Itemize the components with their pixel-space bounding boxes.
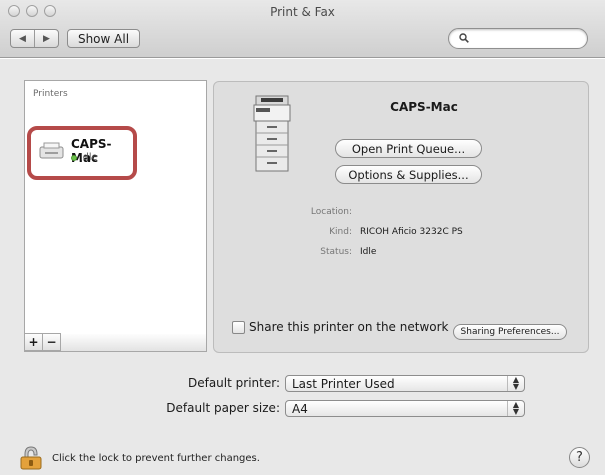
status-dot-icon bbox=[71, 154, 77, 161]
default-printer-label: Default printer: bbox=[187, 376, 280, 390]
default-paper-size-value: A4 bbox=[292, 401, 308, 416]
popup-arrows-icon: ▲ ▼ bbox=[507, 401, 524, 416]
share-printer-option[interactable]: Share this printer on the network bbox=[232, 320, 448, 334]
printers-list[interactable]: Printers CAPS-Mac Idle bbox=[24, 80, 207, 349]
share-printer-label: Share this printer on the network bbox=[249, 320, 449, 334]
printer-list-item[interactable]: CAPS-Mac Idle bbox=[27, 126, 137, 180]
default-printer-popup[interactable]: Last Printer Used ▲ ▼ bbox=[285, 375, 525, 392]
window-title: Print & Fax bbox=[270, 5, 335, 19]
search-icon bbox=[459, 33, 469, 43]
kind-label: Kind: bbox=[329, 227, 352, 237]
popup-arrows-icon: ▲ ▼ bbox=[507, 376, 524, 391]
forward-button[interactable]: ▶ bbox=[34, 30, 58, 47]
printers-list-toolbar: + − bbox=[24, 333, 207, 352]
printers-list-header: Printers bbox=[33, 89, 68, 99]
kind-value: RICOH Aficio 3232C PS bbox=[360, 227, 463, 237]
printer-icon bbox=[39, 142, 64, 159]
search-field[interactable] bbox=[448, 28, 588, 49]
location-label: Location: bbox=[310, 207, 352, 217]
forward-arrow-icon: ▶ bbox=[43, 33, 50, 44]
default-paper-size-label: Default paper size: bbox=[166, 401, 280, 415]
preferences-content: Printers CAPS-Mac Idle + − CAPS-Mac Open… bbox=[0, 59, 605, 475]
status-label: Status: bbox=[320, 247, 352, 257]
title-bar: Print & Fax ◀ ▶ Show All bbox=[0, 0, 605, 58]
lock-icon[interactable] bbox=[20, 446, 42, 470]
footer-bar: Click the lock to prevent further change… bbox=[0, 430, 605, 475]
default-paper-size-popup[interactable]: A4 ▲ ▼ bbox=[285, 400, 525, 417]
options-supplies-button[interactable]: Options & Supplies... bbox=[335, 165, 482, 184]
help-button[interactable]: ? bbox=[569, 447, 590, 468]
copier-icon bbox=[253, 95, 291, 172]
printer-detail-panel: CAPS-Mac Open Print Queue... Options & S… bbox=[213, 81, 589, 353]
status-value: Idle bbox=[360, 247, 377, 257]
default-printer-value: Last Printer Used bbox=[292, 376, 395, 391]
printer-status-text: Idle bbox=[80, 152, 98, 163]
lock-message: Click the lock to prevent further change… bbox=[52, 453, 260, 464]
detail-printer-name: CAPS-Mac bbox=[390, 100, 458, 114]
back-button[interactable]: ◀ bbox=[11, 30, 34, 47]
printer-status: Idle bbox=[71, 152, 97, 163]
navigation-segmented-control: ◀ ▶ bbox=[10, 29, 59, 48]
open-print-queue-button[interactable]: Open Print Queue... bbox=[335, 139, 482, 158]
sharing-preferences-button[interactable]: Sharing Preferences... bbox=[453, 324, 567, 340]
remove-printer-button[interactable]: − bbox=[42, 333, 61, 351]
share-printer-checkbox[interactable] bbox=[232, 320, 245, 334]
show-all-button[interactable]: Show All bbox=[67, 29, 140, 48]
back-arrow-icon: ◀ bbox=[19, 33, 26, 44]
add-printer-button[interactable]: + bbox=[24, 333, 43, 351]
